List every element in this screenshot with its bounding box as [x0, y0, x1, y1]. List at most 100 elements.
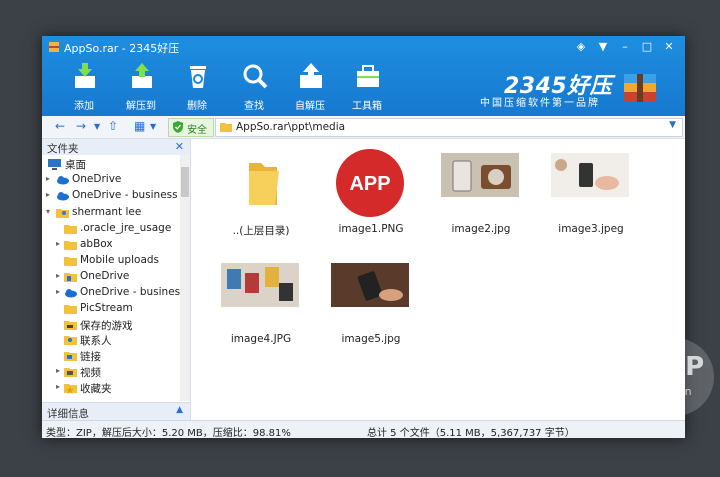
forward-arrow-icon[interactable]: →: [76, 119, 86, 133]
chevron-up-icon[interactable]: ▲: [176, 405, 183, 415]
sidebar-header: 文件夹 ✕: [42, 139, 190, 155]
folder-icon: [64, 336, 77, 345]
delete-button[interactable]: 删除: [171, 62, 223, 114]
folder-icon: [64, 305, 77, 314]
extract-to-label: 解压到: [126, 101, 156, 112]
close-button[interactable]: ✕: [659, 38, 679, 56]
image-thumbnail: [441, 153, 519, 197]
back-arrow-icon[interactable]: ←: [55, 119, 65, 133]
path-dropdown-icon[interactable]: ▼: [669, 120, 676, 130]
sidebar-item-label: 保存的游戏: [80, 320, 133, 332]
sidebar-item-label: OneDrive: [72, 173, 122, 185]
menu-icon[interactable]: ▼: [593, 38, 613, 56]
expand-arrow-icon[interactable]: ▸: [46, 174, 50, 183]
expand-arrow-icon[interactable]: ▸: [56, 382, 60, 391]
cloud-icon: [57, 192, 69, 201]
expand-arrow-icon[interactable]: ▸: [56, 287, 60, 296]
sidebar-item-label: 联系人: [80, 335, 112, 347]
file-list: ..(上层目录) APP image1.PNG image2.jpg image…: [191, 139, 685, 420]
watermark-solution-text: solution: [648, 385, 692, 398]
collapse-arrow-icon[interactable]: ▾: [46, 207, 50, 216]
extract-to-icon: [132, 63, 152, 88]
folder-sidebar: 文件夹 ✕ 桌面 ▸ OneDrive ▸ OneDrive - busines…: [42, 139, 191, 421]
feedback-icon[interactable]: ◈: [571, 38, 591, 56]
file-item-image3[interactable]: image3.jpeg: [543, 149, 633, 249]
thumbnail-app-text: APP: [349, 173, 390, 195]
search-icon: [243, 64, 268, 89]
file-item-image4[interactable]: image4.JPG: [213, 259, 303, 359]
title-bar[interactable]: AppSo.rar - 2345好压 ◈ ▼ – □ ✕: [42, 36, 685, 58]
add-button[interactable]: 添加: [58, 62, 110, 114]
watermark-logo: APP solution: [636, 338, 714, 416]
user-folder-icon: [56, 209, 69, 218]
sidebar-item-label: PicStream: [80, 302, 133, 314]
image-thumbnail: APP: [336, 149, 404, 217]
desktop-icon: [48, 159, 61, 170]
file-item-image1[interactable]: APP image1.PNG: [323, 149, 413, 249]
folder-icon: [64, 368, 77, 377]
path-field[interactable]: AppSo.rar\ppt\media ▼: [215, 118, 683, 137]
sidebar-close-icon[interactable]: ✕: [175, 140, 184, 153]
status-file-total: 总计 5 个文件（5.11 MB，5,367,737 字节）: [367, 428, 575, 438]
status-bar: 类型：ZIP，解压后大小：5.20 MB，压缩比：98.81% 总计 5 个文件…: [42, 420, 685, 438]
find-button[interactable]: 查找: [228, 62, 280, 114]
delete-label: 删除: [187, 101, 207, 112]
file-item-image5[interactable]: image5.jpg: [323, 259, 413, 359]
sidebar-item-label: OneDrive - business: [72, 189, 178, 201]
security-status-badge[interactable]: 安全: [168, 118, 214, 137]
details-panel-header[interactable]: 详细信息 ▲: [42, 402, 190, 421]
file-item-image2[interactable]: image2.jpg: [433, 149, 523, 249]
sidebar-item-label: 收藏夹: [80, 383, 112, 395]
self-extract-icon: [300, 63, 322, 88]
expand-arrow-icon[interactable]: ▸: [56, 366, 60, 375]
folder-icon: [64, 241, 77, 250]
toolbox-button[interactable]: 工具箱: [341, 62, 393, 114]
path-text: AppSo.rar\ppt\media: [236, 121, 346, 133]
image-thumbnail: [331, 263, 409, 307]
folder-icon: [64, 352, 77, 361]
sidebar-item-label: Mobile uploads: [80, 254, 160, 266]
file-name: image1.PNG: [338, 223, 404, 235]
expand-arrow-icon[interactable]: ▸: [56, 239, 60, 248]
folder-icon: [220, 123, 232, 132]
extract-to-button[interactable]: 解压到: [115, 62, 167, 114]
sidebar-item-label: 视频: [80, 367, 101, 379]
view-dropdown-icon[interactable]: ▼: [150, 122, 156, 131]
maximize-button[interactable]: □: [637, 38, 657, 56]
image-thumbnail: [551, 153, 629, 197]
expand-arrow-icon[interactable]: ▸: [56, 271, 60, 280]
sidebar-item-label: abBox: [80, 238, 113, 250]
watermark-app-text: APP: [646, 352, 705, 382]
history-dropdown-icon[interactable]: ▼: [94, 122, 100, 131]
expand-arrow-icon[interactable]: ▸: [46, 190, 50, 199]
sidebar-item-label: OneDrive: [80, 270, 130, 282]
archive-window: AppSo.rar - 2345好压 ◈ ▼ – □ ✕ 添加 解压到 删除 查…: [42, 36, 685, 438]
up-folder-icon[interactable]: ⇧: [108, 119, 118, 133]
sidebar-item-label: 链接: [80, 351, 101, 363]
sidebar-scrollbar[interactable]: [180, 155, 190, 401]
scrollbar-thumb[interactable]: [181, 167, 189, 197]
sidebar-title: 文件夹: [47, 143, 79, 155]
sidebar-item-label: 桌面: [65, 159, 86, 171]
trash-icon: [190, 66, 206, 88]
minimize-button[interactable]: –: [615, 38, 635, 56]
find-label: 查找: [244, 101, 264, 112]
address-bar: ← → ▼ ⇧ ▦ ▼ 安全 AppSo.rar\ppt\media ▼: [42, 116, 685, 139]
file-item-parent[interactable]: ..(上层目录): [213, 149, 303, 249]
sidebar-item-label: OneDrive - business: [80, 286, 186, 298]
app-logo-icon: [49, 42, 59, 52]
add-label: 添加: [74, 101, 94, 112]
brand-slogan: 中国压缩软件第一品牌: [480, 98, 600, 109]
toolbox-icon: [357, 65, 379, 87]
folder-icon: [249, 163, 279, 205]
sidebar-item-label: .oracle_jre_usage: [80, 222, 172, 234]
folder-icon: [64, 384, 77, 394]
brand-archive-icon: [624, 74, 656, 102]
safe-label: 安全: [187, 125, 207, 136]
toolbox-label: 工具箱: [352, 101, 382, 112]
view-mode-icon[interactable]: ▦: [134, 119, 145, 133]
folder-icon: [64, 321, 77, 330]
self-extract-button[interactable]: 自解压: [284, 62, 336, 114]
folder-icon: [64, 257, 77, 266]
details-label: 详细信息: [47, 408, 89, 420]
